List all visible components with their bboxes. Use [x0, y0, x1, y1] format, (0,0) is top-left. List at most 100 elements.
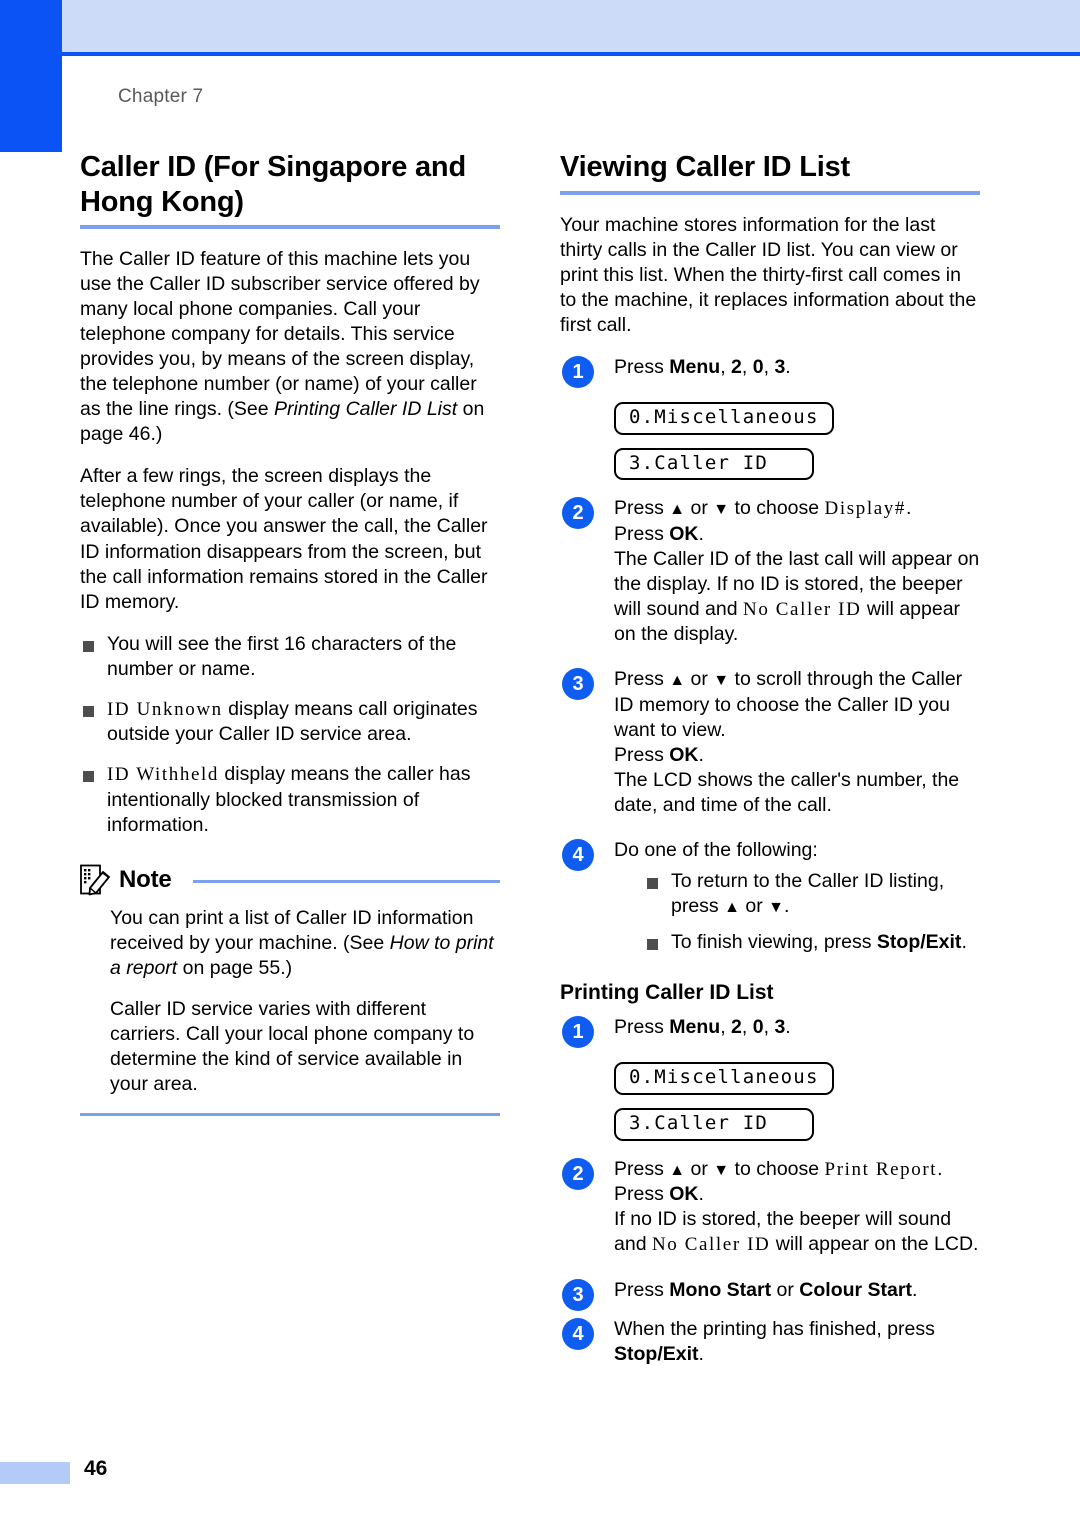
- up-arrow-icon: ▲: [669, 1161, 686, 1179]
- note-paragraph-1: You can print a list of Caller ID inform…: [110, 906, 500, 981]
- step-intro-text: Do one of the following:: [614, 838, 818, 861]
- period: .: [905, 497, 912, 520]
- step-printing-1: 1 Press Menu, 2, 0, 3.: [560, 1015, 980, 1048]
- step-body-text-2: The LCD shows the caller's number, the d…: [614, 768, 960, 816]
- step-number-badge: 4: [562, 1317, 594, 1350]
- press-word: Press: [614, 668, 670, 691]
- lcd-display-box: 3.Caller ID: [614, 447, 814, 481]
- step-viewing-3: 3 Press ▲ or ▼ to scroll through the Cal…: [560, 667, 980, 817]
- press-word: Press: [614, 1278, 670, 1301]
- lcd-text: 3.Caller ID: [629, 1111, 769, 1134]
- step-text: Do one of the following: To return to th…: [614, 838, 980, 955]
- note-footer-rule: [80, 1113, 500, 1117]
- left-bullet-list: You will see the first 16 characters of …: [80, 632, 500, 838]
- colour-start-key-label: Colour Start: [799, 1278, 912, 1301]
- lcd-display-box: 3.Caller ID: [614, 1107, 814, 1141]
- note-body: You can print a list of Caller ID inform…: [80, 896, 500, 1097]
- key-0: 0: [752, 355, 764, 378]
- lcd-text: 3.Caller ID: [629, 451, 769, 474]
- period: .: [698, 1183, 704, 1206]
- note-header-rule: [192, 880, 500, 884]
- period: .: [961, 930, 967, 953]
- step-number-badge: 3: [562, 1278, 594, 1311]
- note-text-tail: on page 55.): [177, 956, 293, 979]
- header-rule: [62, 52, 1080, 56]
- key-3: 3: [774, 1015, 786, 1038]
- list-item: ID Unknown display means call originates…: [80, 697, 500, 747]
- footer-swatch: [0, 1462, 70, 1484]
- left-column: Caller ID (For Singapore and Hong Kong) …: [80, 150, 500, 1117]
- lcd-group-viewing-1: 0.Miscellaneous 3.Caller ID: [560, 393, 980, 485]
- paragraph-text: The Caller ID feature of this machine le…: [80, 248, 480, 421]
- lcd-inline-choice: Display#: [824, 498, 906, 520]
- step-printing-4: 4 When the printing has finished, press …: [560, 1317, 980, 1367]
- note-block: Note You can print a list of Caller ID i…: [80, 864, 500, 1117]
- key-2: 2: [731, 1015, 742, 1038]
- note-paragraph-2: Caller ID service varies with different …: [110, 997, 475, 1095]
- lcd-display-box: 0.Miscellaneous: [614, 401, 834, 435]
- right-column: Viewing Caller ID List Your machine stor…: [560, 150, 980, 1380]
- bullet-text: To return to the Caller ID listing, pres…: [671, 869, 945, 917]
- paragraph-caller-id-feature: The Caller ID feature of this machine le…: [80, 247, 500, 447]
- paragraph-after-rings: After a few rings, the screen displays t…: [80, 465, 488, 613]
- step-number-badge: 2: [562, 497, 594, 530]
- mono-start-key-label: Mono Start: [669, 1278, 772, 1301]
- period: .: [783, 894, 790, 917]
- up-arrow-icon: ▲: [724, 898, 740, 916]
- step-printing-3: 3 Press Mono Start or Colour Start.: [560, 1278, 980, 1311]
- down-arrow-icon: ▼: [713, 501, 730, 519]
- step-text: Press ▲ or ▼ to choose Print Report. Pre…: [614, 1157, 980, 1258]
- step-body-text-tail: will appear on the LCD.: [770, 1233, 979, 1256]
- or-word: or: [771, 1278, 800, 1301]
- lcd-text: 0.Miscellaneous: [629, 405, 819, 428]
- lcd-inline-choice: Print Report: [824, 1158, 938, 1180]
- step-text: When the printing has finished, press St…: [614, 1317, 980, 1367]
- cross-reference-italic: Printing Caller ID List: [274, 398, 458, 421]
- up-arrow-icon: ▲: [669, 501, 686, 519]
- step-number-badge: 3: [562, 668, 594, 701]
- press-word: Press: [614, 497, 670, 520]
- period: .: [911, 1278, 918, 1301]
- step-text: Press ▲ or ▼ to scroll through the Calle…: [614, 667, 980, 817]
- step-number-badge: 1: [562, 355, 594, 388]
- list-item: To return to the Caller ID listing, pres…: [644, 869, 980, 919]
- list-item: You will see the first 16 characters of …: [80, 632, 500, 682]
- substep-bullets: To return to the Caller ID listing, pres…: [644, 869, 980, 955]
- note-label: Note: [119, 865, 172, 893]
- lcd-inline-text: No Caller ID: [743, 599, 862, 621]
- down-arrow-icon: ▼: [768, 898, 784, 916]
- to-choose-word: to choose: [729, 1157, 825, 1180]
- press-word: Press: [614, 522, 670, 545]
- up-arrow-icon: ▲: [669, 672, 686, 690]
- key-3: 3: [774, 355, 786, 378]
- press-word: Press: [614, 1157, 670, 1180]
- substep-list: To return to the Caller ID listing, pres…: [614, 869, 980, 955]
- step-text: Press Menu, 2, 0, 3.: [614, 355, 791, 378]
- stop-exit-key-label: Stop/Exit: [876, 930, 962, 953]
- step-viewing-2: 2 Press ▲ or ▼ to choose Display#. Press…: [560, 496, 980, 647]
- step-viewing-1: 1 Press Menu, 2, 0, 3.: [560, 355, 980, 388]
- step-number-badge: 4: [562, 838, 594, 871]
- note-pencil-icon: [80, 864, 110, 896]
- page-title: Caller ID (For Singapore and Hong Kong): [80, 151, 466, 218]
- list-item: To finish viewing, press Stop/Exit.: [644, 930, 980, 955]
- step-body-text: When the printing has finished, press: [614, 1317, 935, 1340]
- bullet-text: To finish viewing, press: [671, 930, 877, 953]
- ok-key-label: OK: [669, 743, 699, 766]
- header-band: [62, 0, 1080, 52]
- down-arrow-icon: ▼: [713, 1161, 730, 1179]
- list-item: ID Withheld display means the caller has…: [80, 762, 500, 838]
- press-word: Press: [614, 1183, 670, 1206]
- step-text: Press Menu, 2, 0, 3.: [614, 1015, 791, 1038]
- bullet-text: You will see the first 16 characters of …: [107, 632, 457, 680]
- note-header: Note: [80, 864, 500, 896]
- lcd-inline-text: ID Withheld: [107, 764, 219, 786]
- step-number-badge: 2: [562, 1157, 594, 1190]
- or-word: or: [739, 894, 769, 917]
- or-word: or: [685, 668, 714, 691]
- lcd-inline-text: No Caller ID: [651, 1234, 771, 1256]
- left-accent-bar: [0, 0, 62, 152]
- stop-exit-key-label: Stop/Exit: [614, 1342, 699, 1365]
- period: .: [698, 743, 704, 766]
- ok-key-label: OK: [669, 522, 699, 545]
